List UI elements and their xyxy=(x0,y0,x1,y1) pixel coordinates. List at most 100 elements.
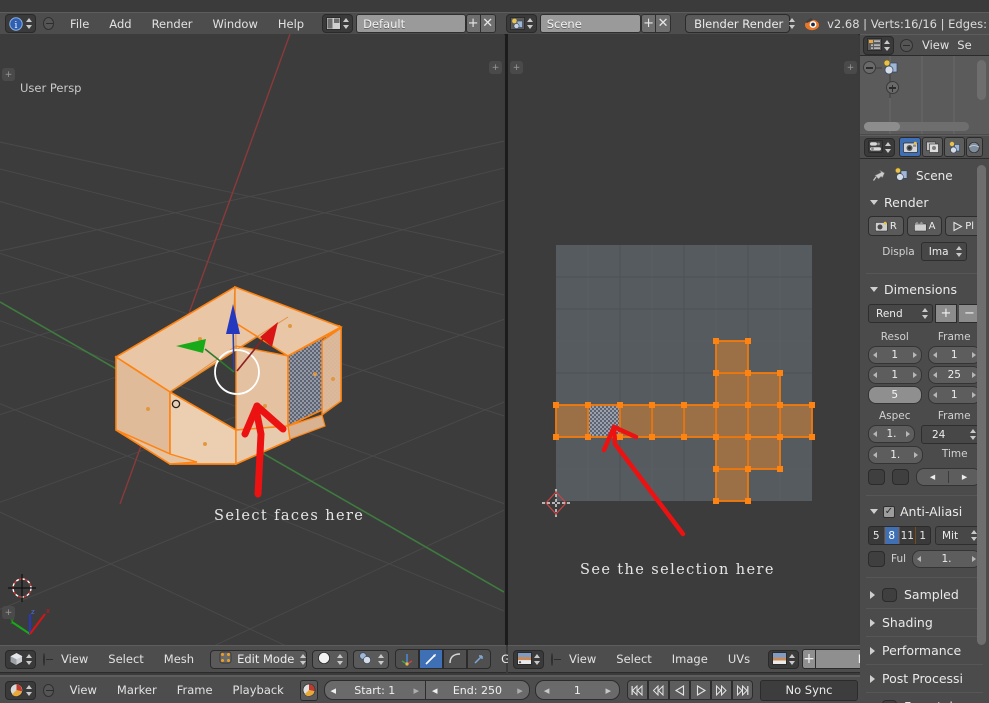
frame-start-field[interactable]: ◂ Start: 1 ▸ xyxy=(323,680,426,700)
freestyle-toggle[interactable] xyxy=(882,699,897,703)
timeline-menu-frame[interactable]: Frame xyxy=(167,681,223,699)
uv-image-browse-selector[interactable] xyxy=(768,649,800,669)
delete-screen-button[interactable]: ✕ xyxy=(480,14,496,33)
chevron-right-icon[interactable]: ▸ xyxy=(413,684,419,697)
viewport-region-grip-bottom[interactable]: + xyxy=(2,606,15,619)
outliner-collapse-menu-button[interactable] xyxy=(900,38,913,52)
aa-sample-16[interactable]: 1 xyxy=(916,527,931,544)
timeline-menu-marker[interactable]: Marker xyxy=(107,681,167,699)
aa-sample-5[interactable]: 5 xyxy=(869,527,885,544)
resolution-x-field[interactable]: 1 xyxy=(868,346,922,364)
antialiasing-filter-selector[interactable]: Mit xyxy=(935,526,981,545)
frame-step-field[interactable]: 1 xyxy=(927,386,981,404)
full-sample-toggle[interactable] xyxy=(868,551,885,567)
crop-toggle[interactable] xyxy=(892,469,909,485)
render-image-button[interactable]: R xyxy=(868,216,904,236)
uv-menu-image[interactable]: Image xyxy=(662,650,718,668)
properties-tab-world[interactable] xyxy=(966,137,983,157)
viewport-region-grip-left[interactable]: + xyxy=(2,68,15,81)
properties-tab-scene[interactable] xyxy=(944,137,965,157)
resolution-y-field[interactable]: 1 xyxy=(868,366,922,384)
play-reverse-icon[interactable] xyxy=(669,680,690,700)
interaction-mode-selector[interactable]: Edit Mode xyxy=(210,649,308,669)
uv-image-editor[interactable]: See the selection here + + xyxy=(508,34,858,645)
jump-end-icon[interactable] xyxy=(732,680,753,700)
aspect-x-field[interactable]: 1. xyxy=(868,425,915,443)
timeline-editor-type-selector[interactable] xyxy=(5,680,36,700)
uv-menu-select[interactable]: Select xyxy=(606,650,661,668)
edge-select-icon[interactable] xyxy=(419,649,444,669)
outliner-editor[interactable]: View Se xyxy=(860,34,989,134)
frame-rate-selector[interactable]: 24 xyxy=(921,425,981,444)
sampled-motion-blur-toggle[interactable] xyxy=(882,587,897,602)
chevron-left-icon[interactable]: ◂ xyxy=(544,684,550,697)
topbar-collapse-menu-button[interactable] xyxy=(43,17,55,30)
screen-layout-name-field[interactable]: Default xyxy=(356,14,466,33)
uv-collapse-menu-button[interactable] xyxy=(551,652,561,666)
auto-key-icon[interactable] xyxy=(299,679,318,701)
outliner-horizontal-scrollbar[interactable] xyxy=(864,122,969,131)
viewport-shading-selector[interactable] xyxy=(312,649,349,669)
viewport-region-grip-right[interactable]: + xyxy=(489,61,502,74)
render-panel-header[interactable]: Render xyxy=(860,191,989,214)
outliner-menu-search[interactable]: Se xyxy=(954,36,974,54)
render-engine-selector[interactable]: Blender Render xyxy=(685,14,796,33)
resolution-percentage-field[interactable]: 5 xyxy=(868,386,922,404)
timeline-collapse-menu-button[interactable] xyxy=(43,683,54,697)
render-animation-button[interactable]: A xyxy=(906,216,943,236)
frame-end-field[interactable]: 25 xyxy=(927,366,981,384)
menu-file[interactable]: File xyxy=(60,15,99,33)
next-keyframe-icon[interactable] xyxy=(711,680,732,700)
play-animation-button[interactable]: Pl xyxy=(945,216,982,236)
scene-name-field[interactable]: Scene xyxy=(539,14,641,33)
pivot-point-selector[interactable] xyxy=(353,649,390,669)
time-range-field[interactable]: ◂ ▸ xyxy=(916,468,981,486)
view3d-menu-view[interactable]: View xyxy=(51,650,98,668)
properties-tab-render[interactable] xyxy=(899,137,921,157)
manipulator-icon[interactable] xyxy=(467,649,492,669)
add-scene-button[interactable]: + xyxy=(640,14,657,33)
time-end-icon[interactable]: ▸ xyxy=(949,471,980,483)
pin-icon[interactable] xyxy=(872,167,887,185)
outliner-editor-type-selector[interactable] xyxy=(863,35,894,55)
time-start-icon[interactable]: ◂ xyxy=(917,471,949,483)
chevron-left-icon[interactable]: ◂ xyxy=(331,684,337,697)
vertex-select-icon[interactable] xyxy=(395,649,420,669)
outliner-menu-view[interactable]: View xyxy=(917,36,954,54)
outliner-collapse-icon-scene[interactable] xyxy=(863,61,876,74)
add-preset-button[interactable]: + xyxy=(935,304,957,323)
menu-help[interactable]: Help xyxy=(268,15,314,33)
sampled-motion-blur-panel-header[interactable]: Sampled xyxy=(860,584,989,605)
timeline-menu-view[interactable]: View xyxy=(60,681,107,699)
prev-keyframe-icon[interactable] xyxy=(648,680,669,700)
view3d-menu-mesh[interactable]: Mesh xyxy=(154,650,204,668)
border-toggle[interactable] xyxy=(868,469,885,485)
shading-panel-header[interactable]: Shading xyxy=(860,612,989,633)
menu-add[interactable]: Add xyxy=(99,15,141,33)
aa-sample-11[interactable]: 11 xyxy=(900,527,916,544)
uv-new-image-plus-button[interactable]: + xyxy=(802,649,816,669)
freestyle-panel-header[interactable]: Freestyle xyxy=(860,696,989,703)
timeline-menu-playback[interactable]: Playback xyxy=(223,681,294,699)
play-icon[interactable] xyxy=(690,680,711,700)
chevron-left-icon[interactable]: ◂ xyxy=(432,684,438,697)
uv-region-grip-left[interactable]: + xyxy=(510,61,523,74)
viewport-3d[interactable]: y z x User Persp (1) Cube Select faces h… xyxy=(0,34,504,645)
chevron-right-icon[interactable]: ▸ xyxy=(605,684,611,697)
delete-scene-button[interactable]: ✕ xyxy=(656,14,672,33)
properties-tab-render-layers[interactable] xyxy=(922,137,943,157)
antialiasing-checkbox[interactable]: ✓ xyxy=(883,505,895,518)
add-screen-button[interactable]: + xyxy=(465,14,481,33)
properties-editor-type-selector[interactable] xyxy=(864,137,895,157)
view3d-menu-select[interactable]: Select xyxy=(98,650,153,668)
frame-end-field[interactable]: ◂ End: 250 ▸ xyxy=(426,680,530,700)
filter-size-field[interactable]: 1. xyxy=(912,550,981,568)
properties-editor[interactable]: Scene Render R A Pl Displa Ima Dimension… xyxy=(860,135,989,703)
performance-panel-header[interactable]: Performance xyxy=(860,640,989,661)
outliner-vertical-scrollbar[interactable] xyxy=(977,60,986,100)
uv-editor-type-selector[interactable] xyxy=(513,649,544,669)
aspect-y-field[interactable]: 1. xyxy=(868,446,923,464)
outliner-tree[interactable] xyxy=(860,56,989,134)
face-select-icon[interactable] xyxy=(443,649,468,669)
chevron-right-icon[interactable]: ▸ xyxy=(517,684,523,697)
